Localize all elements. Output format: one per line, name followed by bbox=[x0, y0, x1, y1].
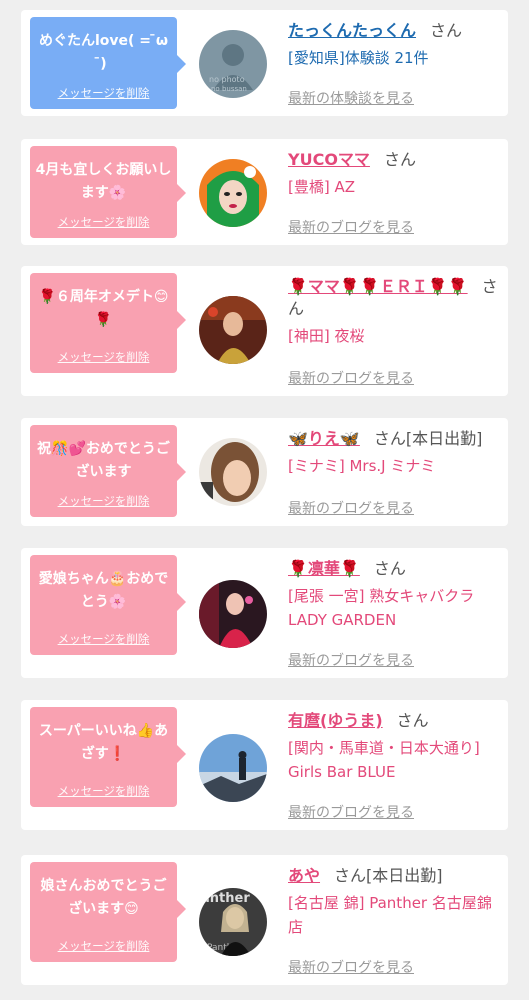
shop-info: [名古屋 錦] Panther 名古屋錦店 bbox=[288, 894, 492, 936]
user-info: 🦋りえ🦋 さん[本日出勤] [ミナミ] Mrs.J ミナミ bbox=[288, 428, 506, 478]
message-bubble: 祝🎊💕おめでとうございます メッセージを削除 bbox=[30, 425, 186, 517]
name-line: 🦋りえ🦋 さん[本日出勤] bbox=[288, 428, 506, 450]
honorific: さん bbox=[373, 559, 406, 578]
delete-message-link[interactable]: メッセージを削除 bbox=[30, 214, 177, 230]
message-bubble: 🌹６周年オメデト😊🌹 メッセージを削除 bbox=[30, 273, 186, 373]
message-card: 愛娘ちゃん🎂おめでとう🌸 メッセージを削除 🌹凛華🌹 さん [尾張 一宮] 熟女キ… bbox=[21, 548, 508, 678]
user-name-link[interactable]: 🦋りえ🦋 bbox=[288, 429, 360, 448]
user-info: YUCOママ さん [豊橋] AZ bbox=[288, 149, 506, 199]
shop-info: [愛知県]体験談 21件 bbox=[288, 49, 429, 67]
honorific: さん bbox=[373, 429, 406, 448]
message-bubble: 娘さんおめでとうございます😊 メッセージを削除 bbox=[30, 862, 186, 962]
avatar-caption: anther bbox=[201, 891, 250, 906]
name-line: 🌹凛華🌹 さん bbox=[288, 558, 506, 580]
user-info: あや さん[本日出勤] [名古屋 錦] Panther 名古屋錦店 bbox=[288, 865, 506, 939]
message-card: 4月も宜しくお願いします🌸 メッセージを削除 YUCOママ さん [豊橋] AZ … bbox=[21, 139, 508, 245]
name-line: 🌹ママ🌹🌹ＥＲＩ🌹🌹 さん bbox=[288, 276, 506, 320]
message-card: めぐたんlove( = ̄ω ̄) メッセージを削除 no photo no b… bbox=[21, 10, 508, 116]
panther-avatar[interactable]: anther Panther bbox=[199, 888, 267, 956]
message-text: 🌹６周年オメデト😊🌹 bbox=[38, 289, 169, 328]
user-name-link[interactable]: たっくんたっくん bbox=[288, 21, 416, 40]
landscape-avatar[interactable] bbox=[199, 734, 267, 802]
latest-post-link[interactable]: 最新のブログを見る bbox=[288, 498, 414, 518]
status-badge: [本日出勤] bbox=[366, 866, 443, 885]
shop-info: [豊橋] AZ bbox=[288, 178, 356, 196]
user-name-link[interactable]: 🌹凛華🌹 bbox=[288, 559, 360, 578]
message-bubble: めぐたんlove( = ̄ω ̄) メッセージを削除 bbox=[30, 17, 186, 109]
shop-info: [尾張 一宮] 熟女キャバクラ LADY GARDEN bbox=[288, 587, 475, 629]
shop-info: [ミナミ] Mrs.J ミナミ bbox=[288, 457, 436, 475]
status-badge: [本日出勤] bbox=[405, 429, 483, 448]
message-text: めぐたんlove( = ̄ω ̄) bbox=[38, 33, 169, 72]
delete-message-link[interactable]: メッセージを削除 bbox=[30, 938, 177, 954]
avatar-caption: no photo bbox=[209, 75, 245, 84]
delete-message-link[interactable]: メッセージを削除 bbox=[30, 631, 177, 647]
user-name-link[interactable]: YUCOママ bbox=[288, 150, 370, 169]
delete-message-link[interactable]: メッセージを削除 bbox=[30, 493, 177, 509]
name-line: YUCOママ さん bbox=[288, 149, 506, 171]
message-bubble: 愛娘ちゃん🎂おめでとう🌸 メッセージを削除 bbox=[30, 555, 186, 655]
message-card: 🌹６周年オメデト😊🌹 メッセージを削除 🌹ママ🌹🌹ＥＲＩ🌹🌹 さん [神田] 夜桜… bbox=[21, 266, 508, 396]
honorific: さん bbox=[396, 711, 429, 730]
delete-message-link[interactable]: メッセージを削除 bbox=[30, 783, 177, 799]
message-card: スーパーいいね👍あざす❗ メッセージを削除 有麿(ゆうま) さん [関内・馬車道・… bbox=[21, 700, 508, 830]
honorific: さん bbox=[383, 150, 416, 169]
message-text: 祝🎊💕おめでとうございます bbox=[37, 441, 170, 480]
name-line: 有麿(ゆうま) さん bbox=[288, 710, 506, 732]
latest-post-link[interactable]: 最新のブログを見る bbox=[288, 957, 414, 977]
avatar-caption: no bussan bbox=[211, 85, 247, 93]
user-name-link[interactable]: 🌹ママ🌹🌹ＥＲＩ🌹🌹 bbox=[288, 277, 468, 296]
message-text: 4月も宜しくお願いします🌸 bbox=[35, 162, 172, 201]
user-info: 🌹凛華🌹 さん [尾張 一宮] 熟女キャバクラ LADY GARDEN bbox=[288, 558, 506, 632]
latest-post-link[interactable]: 最新のブログを見る bbox=[288, 217, 414, 237]
selfie-avatar[interactable] bbox=[199, 438, 267, 506]
message-card: 娘さんおめでとうございます😊 メッセージを削除 anther Panther あ… bbox=[21, 855, 508, 985]
shop-info: [関内・馬車道・日本大通り] Girls Bar BLUE bbox=[288, 739, 480, 781]
message-card: 祝🎊💕おめでとうございます メッセージを削除 🦋りえ🦋 さん[本日出勤] [ミナミ… bbox=[21, 418, 508, 526]
latest-post-link[interactable]: 最新の体験談を見る bbox=[288, 88, 414, 108]
message-text: 娘さんおめでとうございます😊 bbox=[40, 878, 167, 917]
message-bubble: スーパーいいね👍あざす❗ メッセージを削除 bbox=[30, 707, 186, 807]
latest-post-link[interactable]: 最新のブログを見る bbox=[288, 368, 414, 388]
green-hair-avatar[interactable] bbox=[199, 159, 267, 227]
shop-info: [神田] 夜桜 bbox=[288, 327, 365, 345]
delete-message-link[interactable]: メッセージを削除 bbox=[30, 85, 177, 101]
no-photo-avatar[interactable]: no photo no bussan bbox=[199, 30, 267, 98]
user-info: たっくんたっくん さん [愛知県]体験談 21件 bbox=[288, 20, 506, 70]
user-info: 🌹ママ🌹🌹ＥＲＩ🌹🌹 さん [神田] 夜桜 bbox=[288, 276, 506, 348]
honorific: さん bbox=[430, 21, 463, 40]
message-text: スーパーいいね👍あざす❗ bbox=[38, 723, 169, 762]
user-name-link[interactable]: 有麿(ゆうま) bbox=[288, 711, 383, 730]
name-line: たっくんたっくん さん bbox=[288, 20, 506, 42]
red-dress-avatar[interactable] bbox=[199, 580, 267, 648]
user-info: 有麿(ゆうま) さん [関内・馬車道・日本大通り] Girls Bar BLUE bbox=[288, 710, 506, 784]
delete-message-link[interactable]: メッセージを削除 bbox=[30, 349, 177, 365]
honorific: さん bbox=[334, 866, 367, 885]
user-name-link[interactable]: あや bbox=[288, 866, 320, 885]
latest-post-link[interactable]: 最新のブログを見る bbox=[288, 802, 414, 822]
name-line: あや さん[本日出勤] bbox=[288, 865, 506, 887]
message-text: 愛娘ちゃん🎂おめでとう🌸 bbox=[38, 571, 169, 610]
message-bubble: 4月も宜しくお願いします🌸 メッセージを削除 bbox=[30, 146, 186, 238]
latest-post-link[interactable]: 最新のブログを見る bbox=[288, 650, 414, 670]
woman-avatar[interactable] bbox=[199, 296, 267, 364]
